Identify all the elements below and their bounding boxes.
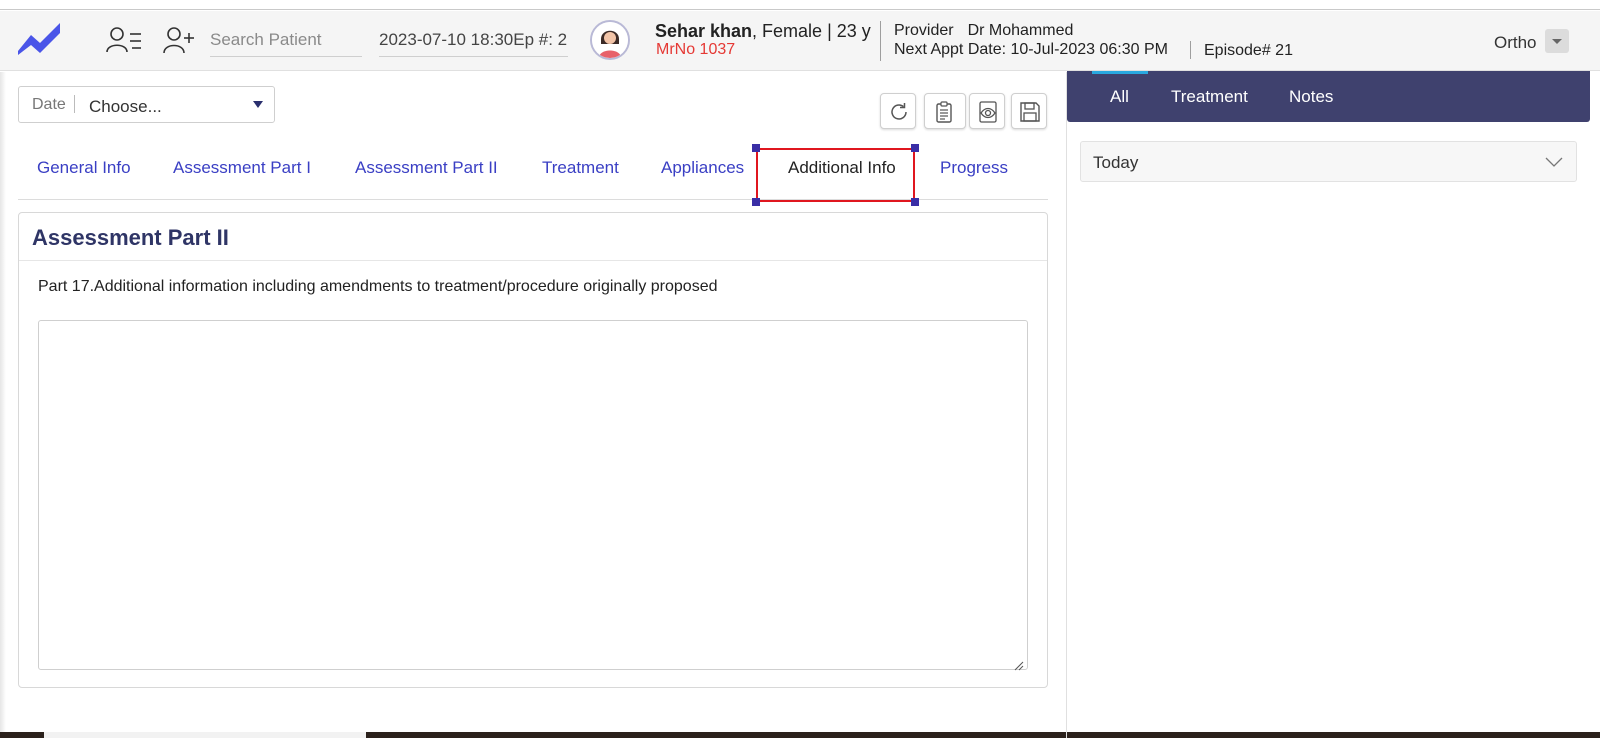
additional-info-textarea[interactable]	[38, 320, 1028, 670]
provider-info: Provider Dr Mohammed	[894, 22, 1073, 40]
header-divider-small	[1190, 41, 1191, 59]
card-title: Assessment Part II	[32, 225, 229, 250]
tab-assessment-part-2[interactable]: Assessment Part II	[355, 158, 498, 178]
save-button[interactable]	[1011, 93, 1047, 129]
patient-name: Sehar khan, Female | 23 y	[655, 21, 871, 42]
bottom-taskbar-segment	[44, 732, 366, 738]
tab-progress[interactable]: Progress	[940, 158, 1008, 178]
tab-general-info[interactable]: General Info	[37, 158, 131, 178]
accordion-today[interactable]: Today	[1080, 141, 1577, 182]
part-17-label: Part 17.Additional information including…	[38, 278, 718, 295]
selection-handle-top-right	[911, 144, 919, 152]
selection-handle-bottom-left	[752, 198, 760, 206]
window-top-border	[0, 0, 1600, 10]
tab-appliances[interactable]: Appliances	[661, 158, 744, 178]
department-dropdown-button[interactable]	[1545, 29, 1569, 53]
tab-notes[interactable]: Notes	[1289, 87, 1333, 107]
search-patient-input[interactable]	[210, 23, 362, 57]
refresh-button[interactable]	[880, 93, 916, 129]
selection-highlight-box	[756, 148, 915, 202]
clipboard-icon	[936, 101, 952, 123]
selection-handle-bottom-right	[911, 198, 919, 206]
history-tabs-bar: All Treatment Notes	[1067, 71, 1590, 122]
active-tab-indicator	[1092, 71, 1148, 74]
tab-all[interactable]: All	[1110, 87, 1129, 107]
provider-label: Provider	[894, 22, 954, 39]
app-header: Sehar khan, Female | 23 y MrNo 1037 Prov…	[0, 11, 1600, 71]
patient-details: , Female | 23 y	[752, 21, 871, 41]
date-select-value: Choose...	[89, 97, 162, 116]
bottom-taskbar-strip	[0, 732, 1600, 738]
patient-name-bold: Sehar khan	[655, 21, 753, 41]
assessment-card: Assessment Part II Part 17.Additional in…	[18, 212, 1048, 688]
textarea-resize-handle-icon[interactable]	[1014, 661, 1024, 671]
panel-divider	[1066, 72, 1067, 738]
add-patient-icon[interactable]	[162, 25, 198, 55]
tab-history-treatment[interactable]: Treatment	[1171, 87, 1248, 107]
episode-select-field[interactable]	[379, 23, 568, 57]
date-select[interactable]: Date Choose...	[18, 86, 275, 123]
app-logo-icon[interactable]	[16, 21, 62, 57]
left-edge-shadow	[0, 72, 6, 738]
clipboard-button[interactable]	[924, 93, 966, 129]
selection-handle-top-left	[752, 144, 760, 152]
date-select-divider	[74, 95, 75, 113]
patient-avatar	[590, 20, 630, 60]
preview-eye-icon	[979, 101, 997, 123]
caret-down-icon	[253, 101, 263, 108]
patient-list-icon[interactable]	[106, 25, 142, 55]
tab-treatment[interactable]: Treatment	[542, 158, 619, 178]
patient-avatar-icon	[592, 22, 628, 58]
accordion-today-label: Today	[1093, 153, 1139, 172]
preview-button[interactable]	[969, 93, 1005, 129]
card-header: Assessment Part II	[19, 213, 1047, 261]
next-appointment-date: Next Appt Date: 10-Jul-2023 06:30 PM	[894, 41, 1168, 58]
refresh-icon	[891, 103, 907, 120]
chevron-down-icon	[1545, 157, 1563, 167]
header-divider	[880, 21, 881, 61]
tab-assessment-part-1[interactable]: Assessment Part I	[173, 158, 311, 178]
department-label: Ortho	[1494, 33, 1537, 52]
date-select-label: Date	[32, 96, 66, 113]
patient-mrno: MrNo 1037	[656, 41, 736, 58]
episode-number: Episode# 21	[1204, 42, 1293, 59]
save-disk-icon	[1020, 102, 1040, 122]
provider-name: Dr Mohammed	[967, 22, 1074, 39]
